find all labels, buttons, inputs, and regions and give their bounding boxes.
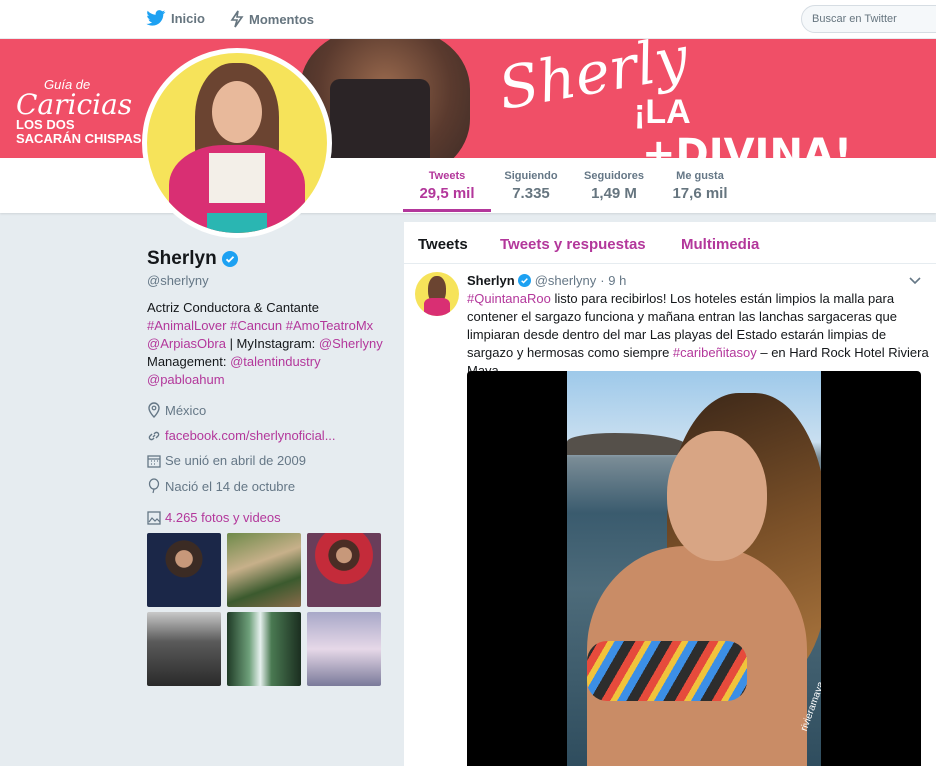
banner-show-logo: Guía de Caricias LOS DOS SACARÁN CHISPAS <box>16 77 141 146</box>
bio-text: | MyInstagram: <box>225 336 319 351</box>
bio-mention-talent[interactable]: @talentindustry <box>230 354 321 369</box>
tab-tweets[interactable]: Tweets <box>418 236 468 253</box>
stat-value: 7.335 <box>512 185 550 202</box>
banner-guia-big: Caricias <box>16 88 133 121</box>
calendar-icon <box>147 454 161 468</box>
banner-divina-text: +DIVINA! <box>642 131 853 158</box>
tweet-hashtag-caribenitasoy[interactable]: #caribeñitasoy <box>673 345 757 360</box>
tweet-text: #QuintanaRoo listo para recibirlos! Los … <box>467 290 929 380</box>
media-thumbnail[interactable] <box>147 533 221 607</box>
stat-value: 17,6 mil <box>672 185 728 202</box>
chevron-down-icon[interactable] <box>909 276 921 286</box>
active-stat-underline <box>403 209 491 212</box>
avatar-top <box>209 153 265 203</box>
profile-location: México <box>147 402 206 418</box>
stat-label: Seguidores <box>584 170 644 182</box>
bio-line: Actriz Conductora & Cantante <box>147 300 319 315</box>
bio-mention-instagram[interactable]: @Sherlyny <box>319 336 383 351</box>
tab-tweets-and-replies[interactable]: Tweets y respuestas <box>500 236 646 253</box>
banner-photo-dress <box>330 79 430 158</box>
profile-avatar[interactable] <box>142 48 332 238</box>
stat-label: Siguiendo <box>504 170 558 182</box>
avatar-face <box>212 81 262 143</box>
stat-likes[interactable]: Me gusta 17,6 mil <box>664 170 736 202</box>
balloon-icon <box>148 478 160 494</box>
stat-tweets[interactable]: Tweets 29,5 mil <box>403 170 491 202</box>
joined-text: Se unió en abril de 2009 <box>165 453 306 468</box>
media-thumbnail[interactable] <box>307 612 381 686</box>
media-thumbnail[interactable] <box>227 612 301 686</box>
tab-media[interactable]: Multimedia <box>681 236 759 253</box>
timeline: Tweets Tweets y respuestas Multimedia Sh… <box>404 222 936 766</box>
profile-stats-bar: Tweets 29,5 mil Siguiendo 7.335 Seguidor… <box>0 158 936 213</box>
tweet-hashtag-quintanaroo[interactable]: #QuintanaRoo <box>467 291 551 306</box>
stat-label: Me gusta <box>676 170 724 182</box>
stat-value: 29,5 mil <box>419 185 475 202</box>
tweet-header: Sherlyn @sherlyny · 9 h <box>467 273 626 288</box>
tweet-author-avatar[interactable] <box>415 272 459 316</box>
top-navigation: Inicio Momentos Buscar en Twitter <box>0 0 936 39</box>
avatar-skirt <box>207 213 267 233</box>
photos-videos-link[interactable]: 4.265 fotos y videos <box>147 510 281 525</box>
profile-bio: Actriz Conductora & Cantante #AnimalLove… <box>147 299 387 389</box>
bio-hashtags[interactable]: #AnimalLover #Cancun #AmoTeatroMx <box>147 317 387 335</box>
profile-banner: Guía de Caricias LOS DOS SACARÁN CHISPAS… <box>0 39 936 158</box>
nav-moments-label: Momentos <box>249 11 314 27</box>
bio-text: Management: <box>147 354 231 369</box>
stat-following[interactable]: Siguiendo 7.335 <box>497 170 565 202</box>
location-text: México <box>165 402 207 418</box>
tweet-author-handle[interactable]: @sherlyny <box>535 273 597 288</box>
search-placeholder: Buscar en Twitter <box>812 13 897 25</box>
stat-value: 1,49 M <box>591 185 637 202</box>
stat-followers[interactable]: Seguidores 1,49 M <box>579 170 649 202</box>
profile-website[interactable]: facebook.com/sherlynoficial... <box>147 428 336 443</box>
profile-name-text: Sherlyn <box>147 248 217 269</box>
verified-badge-icon <box>221 251 238 267</box>
media-thumbnail[interactable] <box>307 533 381 607</box>
timeline-tabs: Tweets Tweets y respuestas Multimedia <box>404 222 936 264</box>
profile-joined: Se unió en abril de 2009 <box>147 453 306 468</box>
nav-home[interactable]: Inicio <box>146 10 205 26</box>
video-bikini <box>587 641 747 701</box>
link-icon <box>148 431 160 440</box>
media-thumbnail[interactable] <box>227 533 301 607</box>
video-frame: rivieramaya <box>567 371 821 766</box>
image-icon <box>147 510 161 525</box>
profile-name[interactable]: Sherlyn <box>147 248 238 270</box>
photos-link-text: 4.265 fotos y videos <box>165 510 281 525</box>
tweet-timestamp[interactable]: · 9 h <box>600 273 626 288</box>
bio-mention-arpias[interactable]: @ArpiasObra <box>147 336 226 351</box>
media-thumbnail[interactable] <box>147 612 221 686</box>
video-face <box>667 431 767 561</box>
stat-label: Tweets <box>428 170 466 182</box>
bio-mention-pablo[interactable]: @pabloahum <box>147 371 387 389</box>
birthday-text: Nació el 14 de octubre <box>165 478 296 494</box>
profile-handle[interactable]: @sherlyny <box>147 273 209 288</box>
lightning-icon <box>230 10 244 28</box>
nav-moments[interactable]: Momentos <box>230 10 314 28</box>
tweet-avatar-body <box>424 298 450 316</box>
search-input[interactable]: Buscar en Twitter <box>801 5 936 33</box>
location-pin-icon <box>148 402 160 418</box>
verified-badge-icon <box>517 274 531 287</box>
website-link[interactable]: facebook.com/sherlynoficial... <box>165 428 336 443</box>
banner-la-text: ¡LA <box>634 93 691 131</box>
twitter-bird-icon <box>146 10 166 26</box>
tweet-author-name[interactable]: Sherlyn <box>467 273 515 288</box>
banner-guia-line2: SACARÁN CHISPAS <box>16 131 142 146</box>
profile-birthday: Nació el 14 de octubre <box>147 478 295 494</box>
video-rocks <box>567 433 687 455</box>
tweet-video[interactable]: rivieramaya <box>467 371 921 766</box>
nav-home-label: Inicio <box>171 10 205 26</box>
